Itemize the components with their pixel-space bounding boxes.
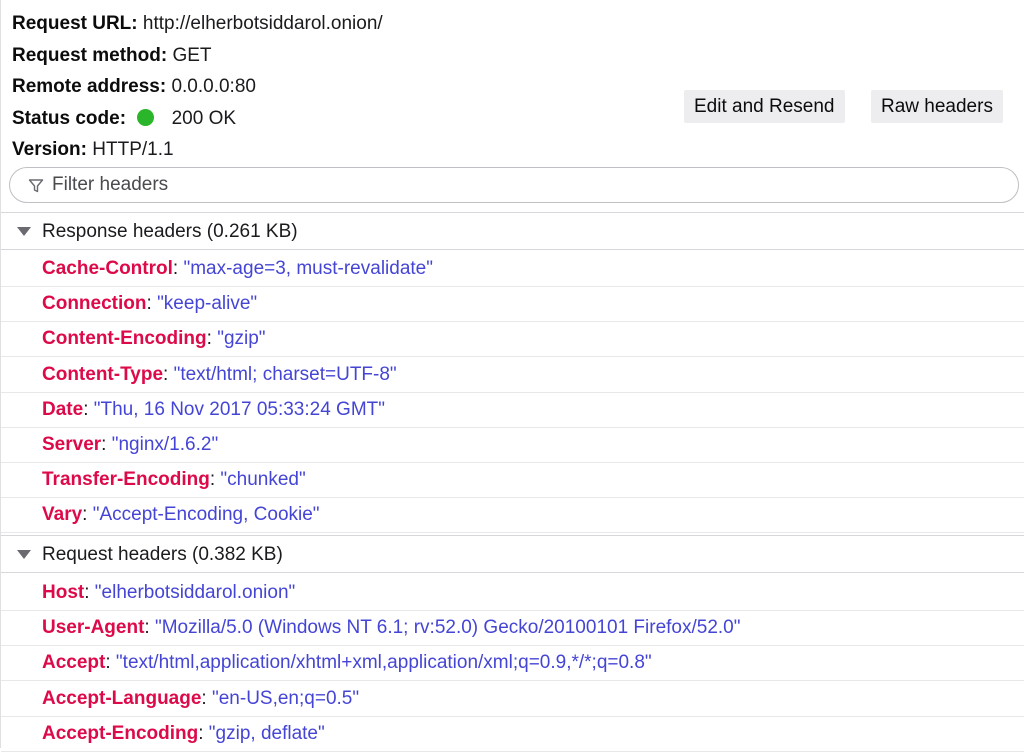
header-separator: :	[198, 722, 209, 744]
response-headers-toggle[interactable]: Response headers (0.261 KB)	[1, 212, 1024, 250]
header-name: User-Agent	[42, 617, 145, 639]
expand-arrow-icon[interactable]	[17, 550, 31, 559]
filter-headers-box[interactable]	[9, 167, 1019, 203]
header-separator: :	[146, 293, 158, 315]
header-separator: :	[84, 582, 95, 603]
header-name: Date	[42, 398, 84, 420]
header-row-content: Connection: "keep-alive"	[42, 287, 257, 321]
status-code-value: 200 OK	[171, 107, 237, 129]
version-row: Version: HTTP/1.1	[12, 134, 383, 166]
request-method-value: GET	[172, 44, 212, 66]
header-row[interactable]: Accept: "text/html,application/xhtml+xml…	[1, 646, 1024, 682]
header-name: Content-Type	[42, 363, 164, 385]
response-headers-title: Response headers (0.261 KB)	[42, 221, 298, 242]
header-row[interactable]: Host: "elherbotsiddarol.onion"	[1, 576, 1024, 611]
header-row-content: Transfer-Encoding: "chunked"	[42, 463, 306, 497]
header-separator: :	[201, 687, 212, 709]
request-headers-toggle[interactable]: Request headers (0.382 KB)	[1, 535, 1024, 573]
header-row-content: User-Agent: "Mozilla/5.0 (Windows NT 6.1…	[42, 611, 741, 645]
header-row[interactable]: Server: "nginx/1.6.2"	[1, 428, 1024, 463]
header-row-content: Content-Type: "text/html; charset=UTF-8"	[42, 358, 397, 392]
header-name: Vary	[42, 504, 83, 526]
header-value[interactable]: "elherbotsiddarol.onion"	[95, 582, 295, 603]
status-dot-icon	[137, 108, 155, 126]
header-row-content: Server: "nginx/1.6.2"	[42, 428, 218, 462]
filter-funnel-icon	[28, 179, 44, 193]
header-name: Content-Encoding	[42, 328, 207, 350]
header-value[interactable]: "nginx/1.6.2"	[112, 434, 218, 455]
header-row[interactable]: Accept-Encoding: "gzip, deflate"	[1, 717, 1024, 752]
header-value[interactable]: "max-age=3, must-revalidate"	[183, 258, 433, 279]
request-method-row: Request method: GET	[12, 40, 383, 72]
header-row-content: Vary: "Accept-Encoding, Cookie"	[42, 498, 320, 532]
header-row-content: Date: "Thu, 16 Nov 2017 05:33:24 GMT"	[42, 393, 385, 427]
header-value[interactable]: "chunked"	[220, 469, 305, 490]
header-value[interactable]: "Accept-Encoding, Cookie"	[93, 504, 320, 525]
header-name: Accept	[42, 652, 106, 674]
header-row[interactable]: User-Agent: "Mozilla/5.0 (Windows NT 6.1…	[1, 611, 1024, 647]
header-name: Host	[42, 582, 85, 603]
header-row[interactable]: Connection: "keep-alive"	[1, 287, 1024, 323]
header-separator: :	[144, 617, 155, 639]
filter-headers-input[interactable]	[52, 168, 1002, 202]
expand-arrow-icon[interactable]	[17, 227, 31, 236]
version-value: HTTP/1.1	[92, 139, 174, 160]
version-label: Version:	[12, 139, 87, 160]
header-value[interactable]: "gzip, deflate"	[209, 723, 325, 744]
remote-address-label: Remote address:	[12, 76, 167, 97]
header-separator: :	[105, 652, 116, 674]
header-value[interactable]: "Thu, 16 Nov 2017 05:33:24 GMT"	[94, 399, 385, 420]
header-name: Transfer-Encoding	[42, 469, 210, 491]
request-url-row: Request URL: http://elherbotsiddarol.oni…	[12, 8, 383, 40]
header-name: Cache-Control	[42, 258, 173, 279]
edit-and-resend-button[interactable]: Edit and Resend	[684, 90, 845, 123]
header-row-content: Content-Encoding: "gzip"	[42, 322, 266, 356]
header-separator: :	[209, 469, 221, 491]
header-name: Accept-Encoding	[42, 722, 199, 744]
remote-address-value: 0.0.0.0:80	[171, 76, 256, 97]
header-row[interactable]: Date: "Thu, 16 Nov 2017 05:33:24 GMT"	[1, 393, 1024, 428]
header-separator: :	[82, 504, 93, 526]
header-separator: :	[83, 398, 94, 420]
header-row-content: Cache-Control: "max-age=3, must-revalida…	[42, 252, 433, 286]
header-row[interactable]: Content-Encoding: "gzip"	[1, 322, 1024, 358]
request-url-label: Request URL:	[12, 13, 138, 34]
header-row[interactable]: Accept-Language: "en-US,en;q=0.5"	[1, 682, 1024, 717]
header-value[interactable]: "gzip"	[217, 328, 265, 349]
header-name: Server	[42, 434, 102, 455]
header-row-content: Accept-Encoding: "gzip, deflate"	[42, 717, 325, 751]
header-row-content: Accept: "text/html,application/xhtml+xml…	[42, 646, 652, 680]
header-row[interactable]: Content-Type: "text/html; charset=UTF-8"	[1, 358, 1024, 393]
remote-address-row: Remote address: 0.0.0.0:80	[12, 71, 383, 103]
header-value[interactable]: "Mozilla/5.0 (Windows NT 6.1; rv:52.0) G…	[155, 617, 741, 638]
request-method-label: Request method:	[12, 44, 168, 66]
header-value[interactable]: "text/html; charset=UTF-8"	[174, 364, 397, 385]
header-row[interactable]: Cache-Control: "max-age=3, must-revalida…	[1, 252, 1024, 287]
header-value[interactable]: "en-US,en;q=0.5"	[212, 688, 359, 709]
header-row-content: Host: "elherbotsiddarol.onion"	[42, 576, 295, 610]
header-value[interactable]: "keep-alive"	[157, 293, 257, 314]
header-name: Accept-Language	[42, 687, 202, 709]
header-separator: :	[206, 328, 218, 350]
header-row-content: Accept-Language: "en-US,en;q=0.5"	[42, 682, 359, 716]
header-separator: :	[172, 258, 184, 279]
request-summary: Request URL: http://elherbotsiddarol.oni…	[12, 8, 383, 166]
status-code-row: Status code: 200 OK	[12, 103, 383, 135]
header-separator: :	[163, 363, 174, 385]
header-separator: :	[101, 434, 112, 455]
header-row[interactable]: Vary: "Accept-Encoding, Cookie"	[1, 498, 1024, 534]
header-row[interactable]: Transfer-Encoding: "chunked"	[1, 463, 1024, 499]
status-code-label: Status code:	[12, 107, 127, 129]
raw-headers-button[interactable]: Raw headers	[871, 90, 1003, 123]
request-headers-title: Request headers (0.382 KB)	[42, 544, 283, 565]
header-value[interactable]: "text/html,application/xhtml+xml,applica…	[116, 652, 652, 673]
request-url-value[interactable]: http://elherbotsiddarol.onion/	[143, 13, 383, 34]
header-name: Connection	[42, 293, 147, 315]
